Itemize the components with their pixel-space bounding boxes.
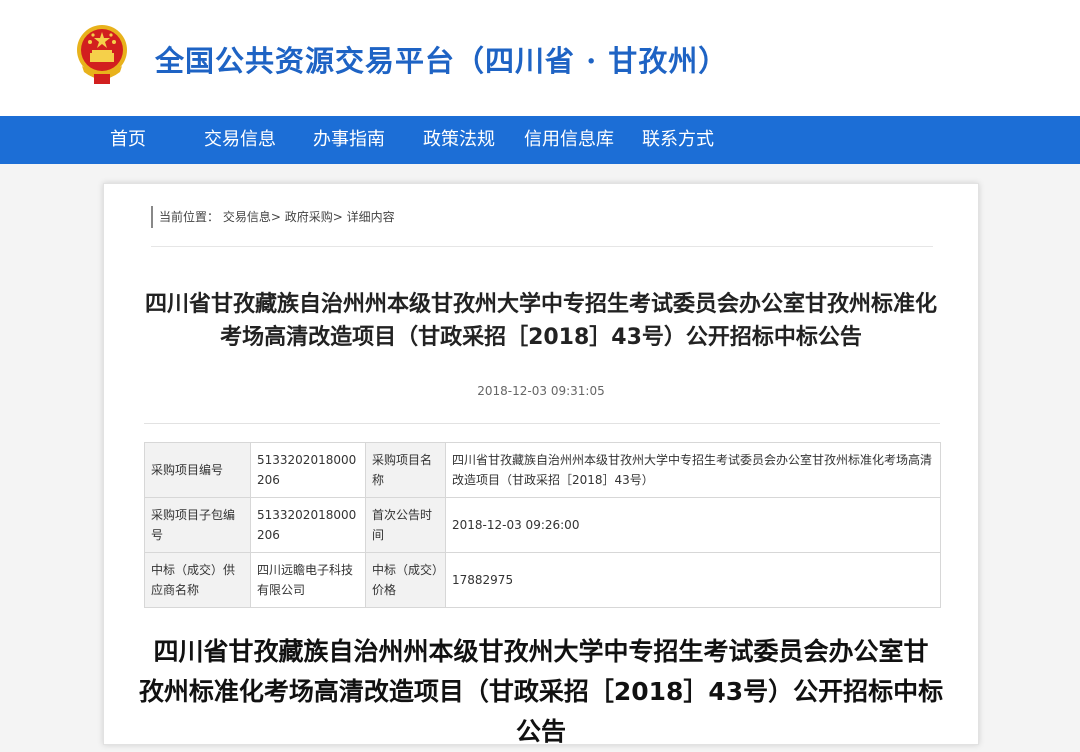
main-nav: 首页 交易信息 办事指南 政策法规 信用信息库 联系方式 (0, 116, 1080, 164)
procurement-info-table: 采购项目编号 5133202018000206 采购项目名称 四川省甘孜藏族自治… (144, 442, 941, 608)
table-row: 采购项目子包编号 5133202018000206 首次公告时间 2018-12… (144, 497, 941, 553)
breadcrumb: 当前位置： 交易信息> 政府采购> 详细内容 (151, 206, 395, 228)
body-title: 四川省甘孜藏族自治州州本级甘孜州大学中专招生考试委员会办公室甘 孜州标准化考场高… (138, 632, 944, 752)
breadcrumb-current: 详细内容 (346, 210, 395, 224)
publish-date: 2018-12-03 09:31:05 (477, 384, 605, 398)
notice-title: 四川省甘孜藏族自治州州本级甘孜州大学中专招生考试委员会办公室甘孜州标准化 考场高… (124, 288, 958, 354)
body-title-line: 公告 (515, 717, 566, 746)
site-title[interactable]: 全国公共资源交易平台（四川省 · 甘孜州） (155, 38, 728, 80)
divider (151, 246, 933, 247)
notice-title-line: 考场高清改造项目（甘政采招［2018］43号）公开招标中标公告 (220, 325, 862, 350)
nav-item-contact[interactable]: 联系方式 (642, 116, 714, 164)
body-title-line: 孜州标准化考场高清改造项目（甘政采招［2018］43号）公开招标中标 (138, 677, 944, 706)
divider (144, 423, 940, 424)
table-cell-label: 采购项目编号 (144, 442, 251, 498)
table-cell-value: 17882975 (445, 552, 941, 608)
table-row: 中标（成交）供应商名称 四川远瞻电子科技有限公司 中标（成交）价格 178829… (144, 552, 941, 608)
nav-item-policy[interactable]: 政策法规 (423, 116, 495, 164)
table-cell-value: 四川远瞻电子科技有限公司 (250, 552, 366, 608)
nav-item-guide[interactable]: 办事指南 (313, 116, 385, 164)
nav-item-credit[interactable]: 信用信息库 (524, 116, 614, 164)
breadcrumb-gov-procurement[interactable]: 政府采购 (285, 210, 333, 224)
table-cell-label: 中标（成交）供应商名称 (144, 552, 251, 608)
breadcrumb-separator: > (332, 210, 343, 224)
table-cell-label: 采购项目子包编号 (144, 497, 251, 553)
nav-item-home[interactable]: 首页 (110, 116, 146, 164)
table-cell-label: 采购项目名称 (365, 442, 446, 498)
table-cell-value: 四川省甘孜藏族自治州州本级甘孜州大学中专招生考试委员会办公室甘孜州标准化考场高清… (445, 442, 941, 498)
breadcrumb-trade-info[interactable]: 交易信息 (223, 210, 271, 224)
breadcrumb-prefix: 当前位置： (159, 210, 220, 224)
body-title-line: 四川省甘孜藏族自治州州本级甘孜州大学中专招生考试委员会办公室甘 (153, 637, 929, 666)
notice-title-line: 四川省甘孜藏族自治州州本级甘孜州大学中专招生考试委员会办公室甘孜州标准化 (144, 292, 937, 317)
content-card: 当前位置： 交易信息> 政府采购> 详细内容 四川省甘孜藏族自治州州本级甘孜州大… (103, 183, 979, 746)
table-cell-label: 中标（成交）价格 (365, 552, 446, 608)
site-header: 全国公共资源交易平台（四川省 · 甘孜州） (0, 0, 1080, 116)
table-cell-value: 5133202018000206 (250, 442, 366, 498)
nav-item-trade-info[interactable]: 交易信息 (204, 116, 276, 164)
table-cell-value: 2018-12-03 09:26:00 (445, 497, 941, 553)
national-emblem-icon (77, 25, 127, 84)
table-cell-value: 5133202018000206 (250, 497, 366, 553)
breadcrumb-separator: > (270, 210, 281, 224)
table-row: 采购项目编号 5133202018000206 采购项目名称 四川省甘孜藏族自治… (144, 442, 941, 498)
table-cell-label: 首次公告时间 (365, 497, 446, 553)
